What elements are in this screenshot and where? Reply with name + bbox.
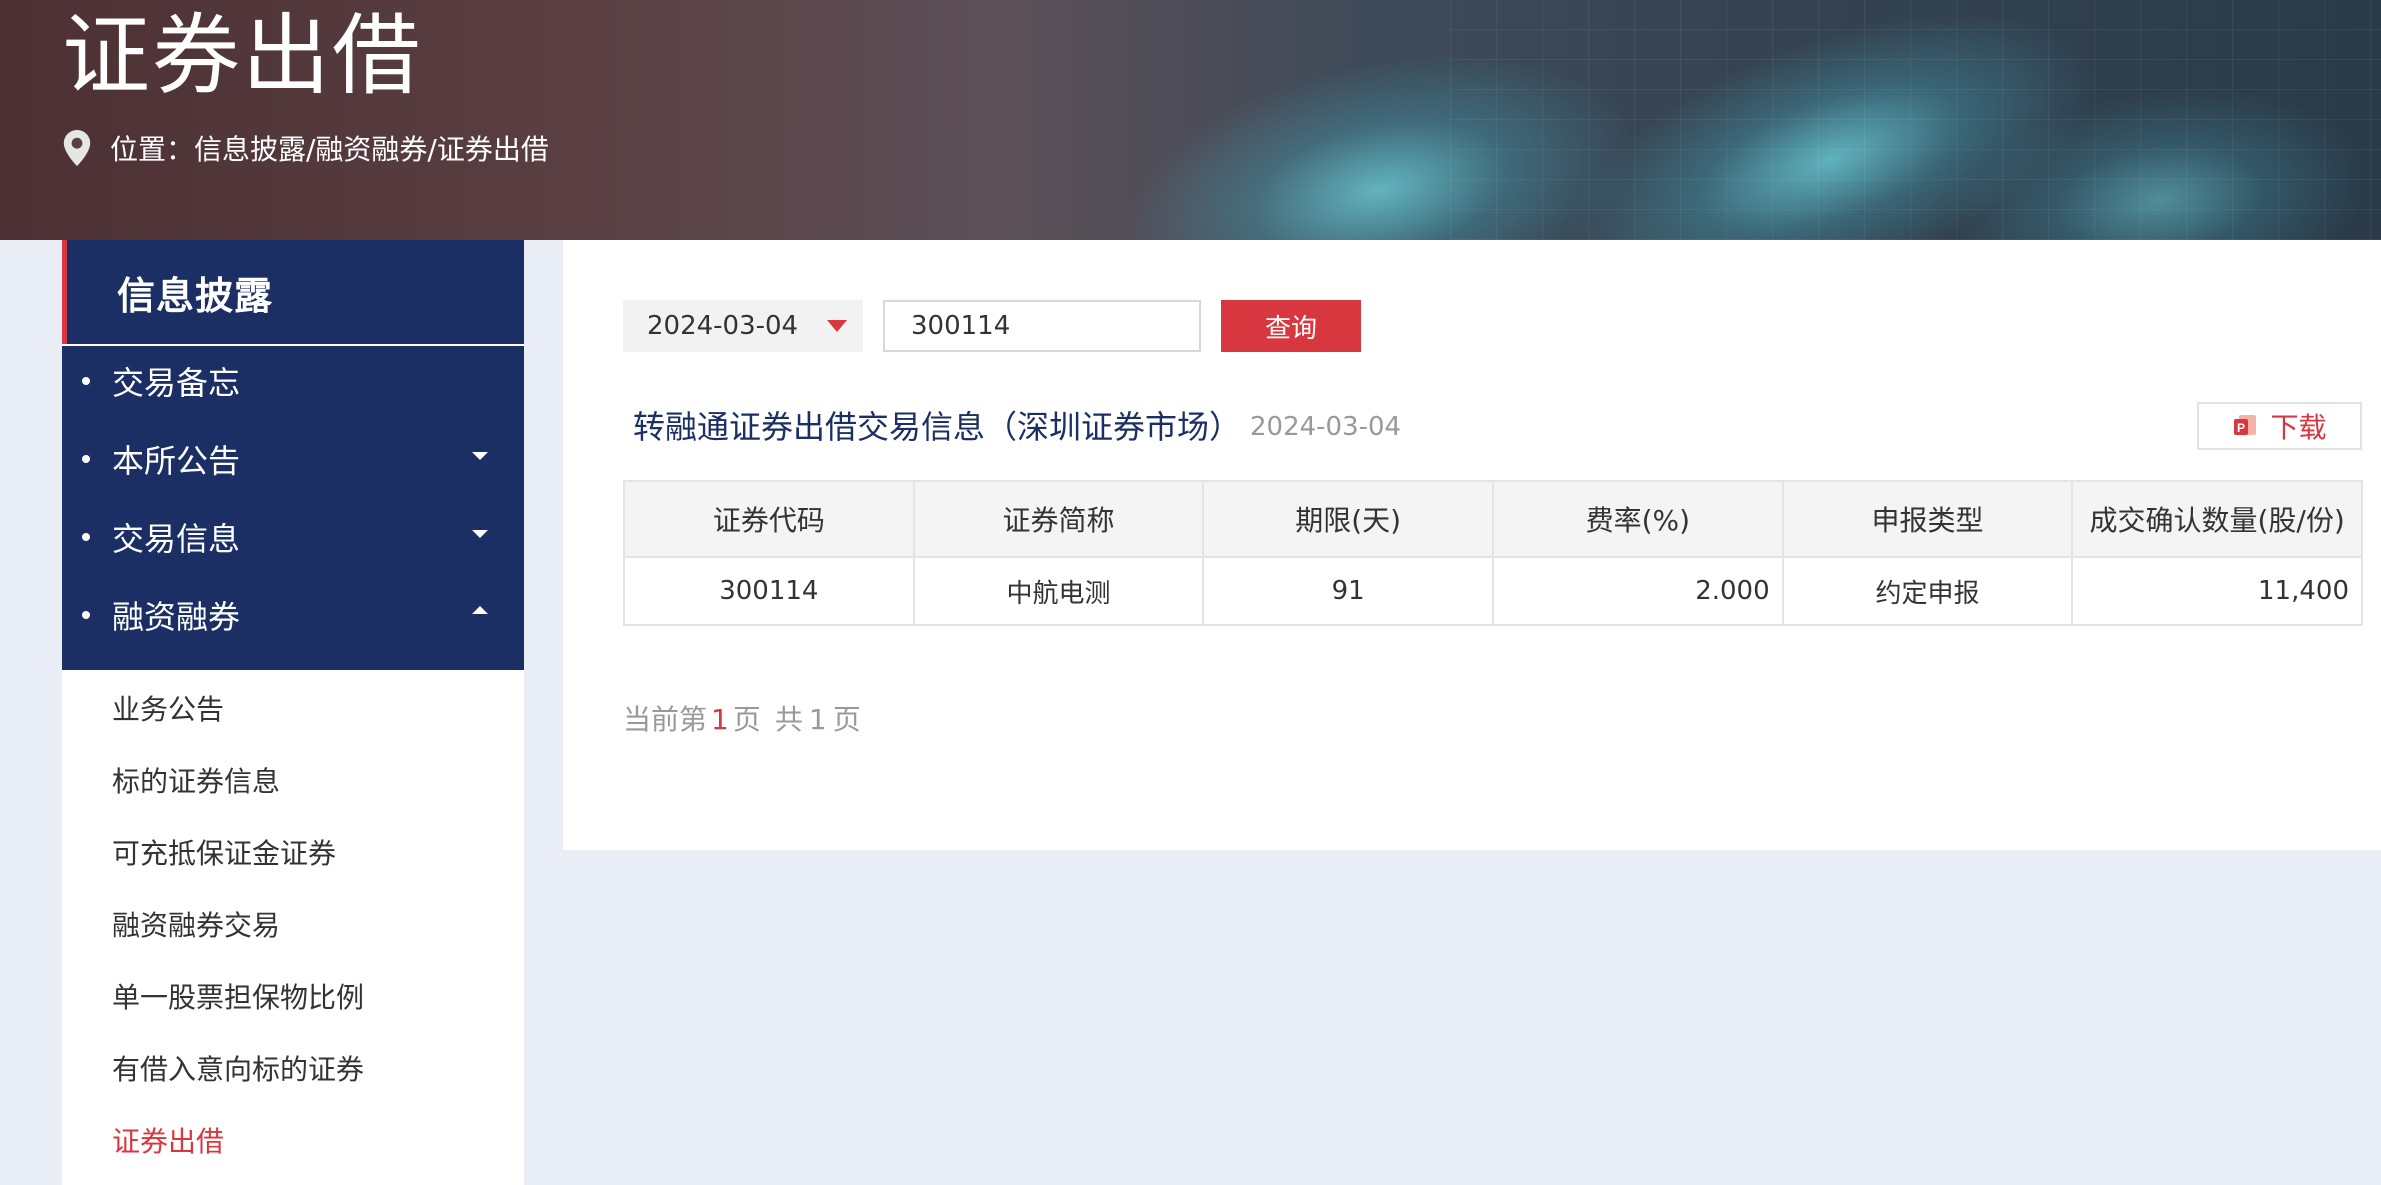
pager-total-prefix: 共 <box>774 703 803 736</box>
column-header: 费率(%) <box>1491 480 1784 558</box>
powerpoint-file-icon: P <box>2234 415 2257 435</box>
cell-fee-rate: 2.000 <box>1491 556 1784 626</box>
pager-total-suffix: 页 <box>832 703 861 736</box>
security-code-input[interactable] <box>883 300 1201 352</box>
pagination: 当前第 1 页 共 1 页 <box>623 698 861 738</box>
column-header: 期限(天) <box>1202 480 1494 558</box>
chevron-down-icon <box>472 452 488 460</box>
page-title: 证券出借 <box>62 4 423 107</box>
chevron-down-icon <box>472 530 488 538</box>
dropdown-triangle-icon <box>827 320 847 332</box>
sidebar-subitem-underlying-securities[interactable]: 标的证券信息 <box>112 755 280 805</box>
sidebar-item-announcements[interactable]: 本所公告 <box>62 424 524 494</box>
location-pin-icon <box>63 130 91 166</box>
sidebar-item-trade-info[interactable]: 交易信息 <box>62 502 524 572</box>
sidebar-heading-label: 信息披露 <box>117 273 274 318</box>
column-header: 申报类型 <box>1781 480 2074 558</box>
download-label: 下载 <box>2270 411 2327 444</box>
cell-confirmed-quantity: 11,400 <box>2071 556 2363 626</box>
banner-grid <box>1450 0 2381 240</box>
pager-current-page: 1 <box>711 703 729 736</box>
date-select-value: 2024-03-04 <box>647 311 799 341</box>
sidebar-item-label: 本所公告 <box>112 442 241 480</box>
date-select[interactable]: 2024-03-04 <box>623 300 863 352</box>
sidebar-subitem-collateral-securities[interactable]: 可充抵保证金证券 <box>112 827 336 877</box>
sidebar-item-label: 交易备忘 <box>112 364 241 402</box>
sidebar-nav: 交易备忘 本所公告 交易信息 融资融券 <box>62 346 524 670</box>
bullet-icon <box>82 611 90 619</box>
table-header-row: 证券代码 证券简称 期限(天) 费率(%) 申报类型 成交确认数量(股/份) <box>623 480 2363 558</box>
cell-term-days: 91 <box>1202 556 1494 626</box>
cell-security-name: 中航电测 <box>912 556 1205 626</box>
cell-declaration-type: 约定申报 <box>1781 556 2074 626</box>
table-row: 300114 中航电测 91 2.000 约定申报 11,400 <box>623 556 2363 626</box>
sidebar-subitem-single-stock-ratio[interactable]: 单一股票担保物比例 <box>112 971 364 1021</box>
bullet-icon <box>82 455 90 463</box>
chevron-up-icon <box>472 606 488 614</box>
query-button[interactable]: 查询 <box>1221 300 1361 352</box>
sidebar-subitem-borrow-intent[interactable]: 有借入意向标的证券 <box>112 1043 364 1093</box>
lending-table: 证券代码 证券简称 期限(天) 费率(%) 申报类型 成交确认数量(股/份) 3… <box>623 480 2363 626</box>
sidebar-item-trade-memo[interactable]: 交易备忘 <box>62 346 524 416</box>
sidebar-item-margin-trading[interactable]: 融资融券 <box>62 580 524 650</box>
bullet-icon <box>82 377 90 385</box>
bullet-icon <box>82 533 90 541</box>
sidebar-subitem-business-notice[interactable]: 业务公告 <box>112 683 224 733</box>
column-header: 证券代码 <box>623 480 915 558</box>
pager-prefix: 当前第 <box>623 703 708 736</box>
sidebar-heading: 信息披露 <box>62 240 524 344</box>
sidebar-item-label: 融资融券 <box>112 598 241 636</box>
cell-security-code: 300114 <box>623 556 915 626</box>
sidebar-subitem-margin-trades[interactable]: 融资融券交易 <box>112 899 280 949</box>
section-title: 转融通证券出借交易信息（深圳证券市场） <box>633 408 1242 446</box>
pager-total-pages: 1 <box>808 703 827 736</box>
sidebar-item-label: 交易信息 <box>112 520 241 558</box>
pager-page-word: 页 <box>732 703 761 736</box>
column-header: 成交确认数量(股/份) <box>2071 480 2363 558</box>
sidebar-subitem-securities-lending[interactable]: 证券出借 <box>112 1115 224 1165</box>
download-button[interactable]: P 下载 <box>2197 402 2362 450</box>
section-date: 2024-03-04 <box>1250 412 1402 442</box>
breadcrumb: 位置：信息披露/融资融券/证券出借 <box>62 128 549 168</box>
column-header: 证券简称 <box>912 480 1205 558</box>
breadcrumb-text: 位置：信息披露/融资融券/证券出借 <box>110 133 549 166</box>
svg-text:P: P <box>2237 421 2245 435</box>
header-banner: 证券出借 位置：信息披露/融资融券/证券出借 <box>0 0 2381 240</box>
